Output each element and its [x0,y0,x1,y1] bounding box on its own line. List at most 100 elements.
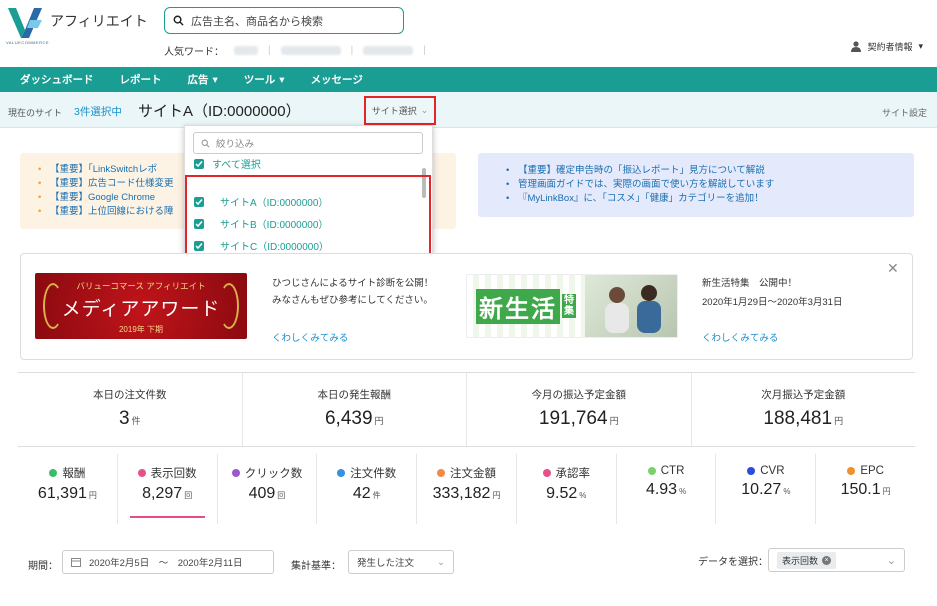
stat-label: 本日の発生報酬 [317,389,392,401]
nav-messages[interactable]: メッセージ [311,72,363,87]
site-option-c[interactable]: サイトC（ID:0000000） [194,238,329,253]
metric-unit: 円 [88,491,97,500]
chevron-down-icon: ⌄ [420,105,429,115]
banner1-link[interactable]: くわしくみてみる [272,330,348,344]
search-input[interactable]: 広告主名、商品名から検索 [164,7,404,34]
metric-tab[interactable]: 注文件数 42 件 [317,454,418,524]
metric-unit: % [679,487,687,496]
people-illustration-icon [605,285,661,333]
select-all-option[interactable]: すべて選択 [194,156,261,171]
remove-icon[interactable]: × [822,555,832,565]
notice-item[interactable]: 管理画面ガイドでは、実際の画面で使い方を解説しています [506,178,914,192]
metric-unit: 件 [372,491,381,500]
metric-unit: 円 [492,491,501,500]
popular-label: 人気ワード： [164,47,224,58]
site-settings-link[interactable]: サイト設定 [882,106,927,119]
filter-placeholder: 絞り込み [216,139,255,150]
basis-select[interactable]: 発生した注文 ⌄ [348,550,454,574]
stat-unit: 件 [131,416,141,426]
laurel-icon [219,283,239,329]
popular-word-1[interactable] [234,46,258,55]
banner1-line: みなさんもぜひ参考にしてください。 [272,295,433,306]
nav-dashboard[interactable]: ダッシュボード [20,72,94,87]
metric-tab[interactable]: 表示回数 8,297 回 [118,454,218,524]
metric-dot-icon [542,469,551,477]
new-life-feature-label: 特集 [562,294,576,318]
popular-word-2[interactable] [280,46,341,55]
new-life-title-block: 新生活 特集 [467,275,585,337]
brand-logo[interactable] [8,8,42,38]
metric-label: 注文件数 [317,465,416,481]
stat-this-month-payout: 今月の振込予定金額 191,764 円 [467,373,692,446]
search-icon [173,15,184,26]
selected-count: 3件選択中 [74,106,122,118]
metric-tab[interactable]: クリック数 409 回 [218,454,318,524]
account-menu[interactable]: 契約者情報 ▾ [851,40,923,53]
divider: | [268,45,271,56]
stat-label: 今月の振込予定金額 [531,389,627,401]
divider: | [423,45,426,56]
logo-subtext: VALUECOMMERCE [6,40,50,45]
metric-label: 報酬 [18,465,117,481]
date-range-picker[interactable]: 2020年2月5日 〜 2020年2月11日 [62,550,274,574]
site-select-button[interactable]: サイト選択 ⌄ [364,96,436,125]
stat-value: 191,764 [538,408,608,429]
close-icon[interactable]: ✕ [887,260,899,277]
metric-value: 9.52 [546,485,578,502]
metric-name: 承認率 [555,468,591,480]
metric-unit: % [579,491,587,500]
stat-next-month-payout: 次月振込予定金額 188,481 円 [692,373,916,446]
active-tab-indicator [129,516,205,518]
app-title: アフィリエイト [50,13,148,29]
new-life-photo [585,275,677,337]
metric-value: 8,297 [142,485,183,502]
checkbox-checked-icon[interactable] [194,218,204,229]
metric-tab[interactable]: 承認率 9.52% [517,454,617,524]
metric-value: 409 [248,485,276,502]
metric-tab[interactable]: EPC 150.1 円 [816,454,915,524]
nav-ads[interactable]: 広告 ▾ [188,72,218,87]
nav-tools[interactable]: ツール ▾ [244,72,285,87]
metric-label: 注文金額 [417,465,516,481]
data-select[interactable]: 表示回数 × ⌄ [768,548,905,572]
new-life-title: 新生活 [476,288,560,324]
metric-tab[interactable]: CVR 10.27% [716,454,817,524]
metric-tab[interactable]: 報酬 61,391 円 [18,454,118,524]
new-life-banner[interactable]: 新生活 特集 [466,274,678,338]
banner2-link[interactable]: くわしくみてみる [702,330,778,344]
account-label: 契約者情報 [867,42,913,52]
popular-words: 人気ワード： | | | [164,43,426,58]
checkbox-checked-icon[interactable] [194,196,204,207]
site-option-b[interactable]: サイトB（ID:0000000） [194,216,328,231]
metric-value: 61,391 [37,485,87,502]
metric-unit: 回 [277,491,286,500]
metric-value: 150.1 [840,481,881,498]
metric-value: 42 [352,485,371,502]
award-top-text: バリューコマース アフィリエイト [76,281,206,291]
metric-name: 注文金額 [450,468,497,480]
award-title: メディアアワード [61,298,221,320]
popular-word-3[interactable] [363,46,414,55]
nav-report[interactable]: レポート [120,72,162,87]
metric-tab[interactable]: 注文金額 333,182 円 [417,454,517,524]
site-option-a[interactable]: サイトA（ID:0000000） [194,194,328,209]
metric-dot-icon [647,467,656,475]
metric-label: CVR [716,465,815,477]
banner2-date: 2020年1月29日〜2020年3月31日 [702,297,843,308]
checkbox-checked-icon[interactable] [194,240,204,251]
notice-item[interactable]: 【重要】確定申告時の「振込レポート」見方について解説 [506,164,914,178]
filter-input[interactable]: 絞り込み [193,132,423,154]
site-option-label: サイトB（ID:0000000） [220,220,329,231]
stat-value: 188,481 [763,408,833,429]
notice-item[interactable]: 『MyLinkBox』に、「コスメ」「健康」カテゴリーを追加！ [506,192,914,206]
metric-name: EPC [860,465,884,477]
data-chip[interactable]: 表示回数 × [777,551,837,569]
metric-name: 報酬 [62,468,86,480]
metric-unit: % [783,487,791,496]
notice-box-info: 【重要】確定申告時の「振込レポート」見方について解説 管理画面ガイドでは、実際の… [478,153,914,217]
checkbox-checked-icon[interactable] [194,158,204,169]
nav-label: メッセージ [310,74,363,86]
metric-tab[interactable]: CTR 4.93% [617,454,717,524]
media-award-banner[interactable]: バリューコマース アフィリエイト メディアアワード 2019年 下期 [35,273,247,339]
user-icon [851,41,862,52]
